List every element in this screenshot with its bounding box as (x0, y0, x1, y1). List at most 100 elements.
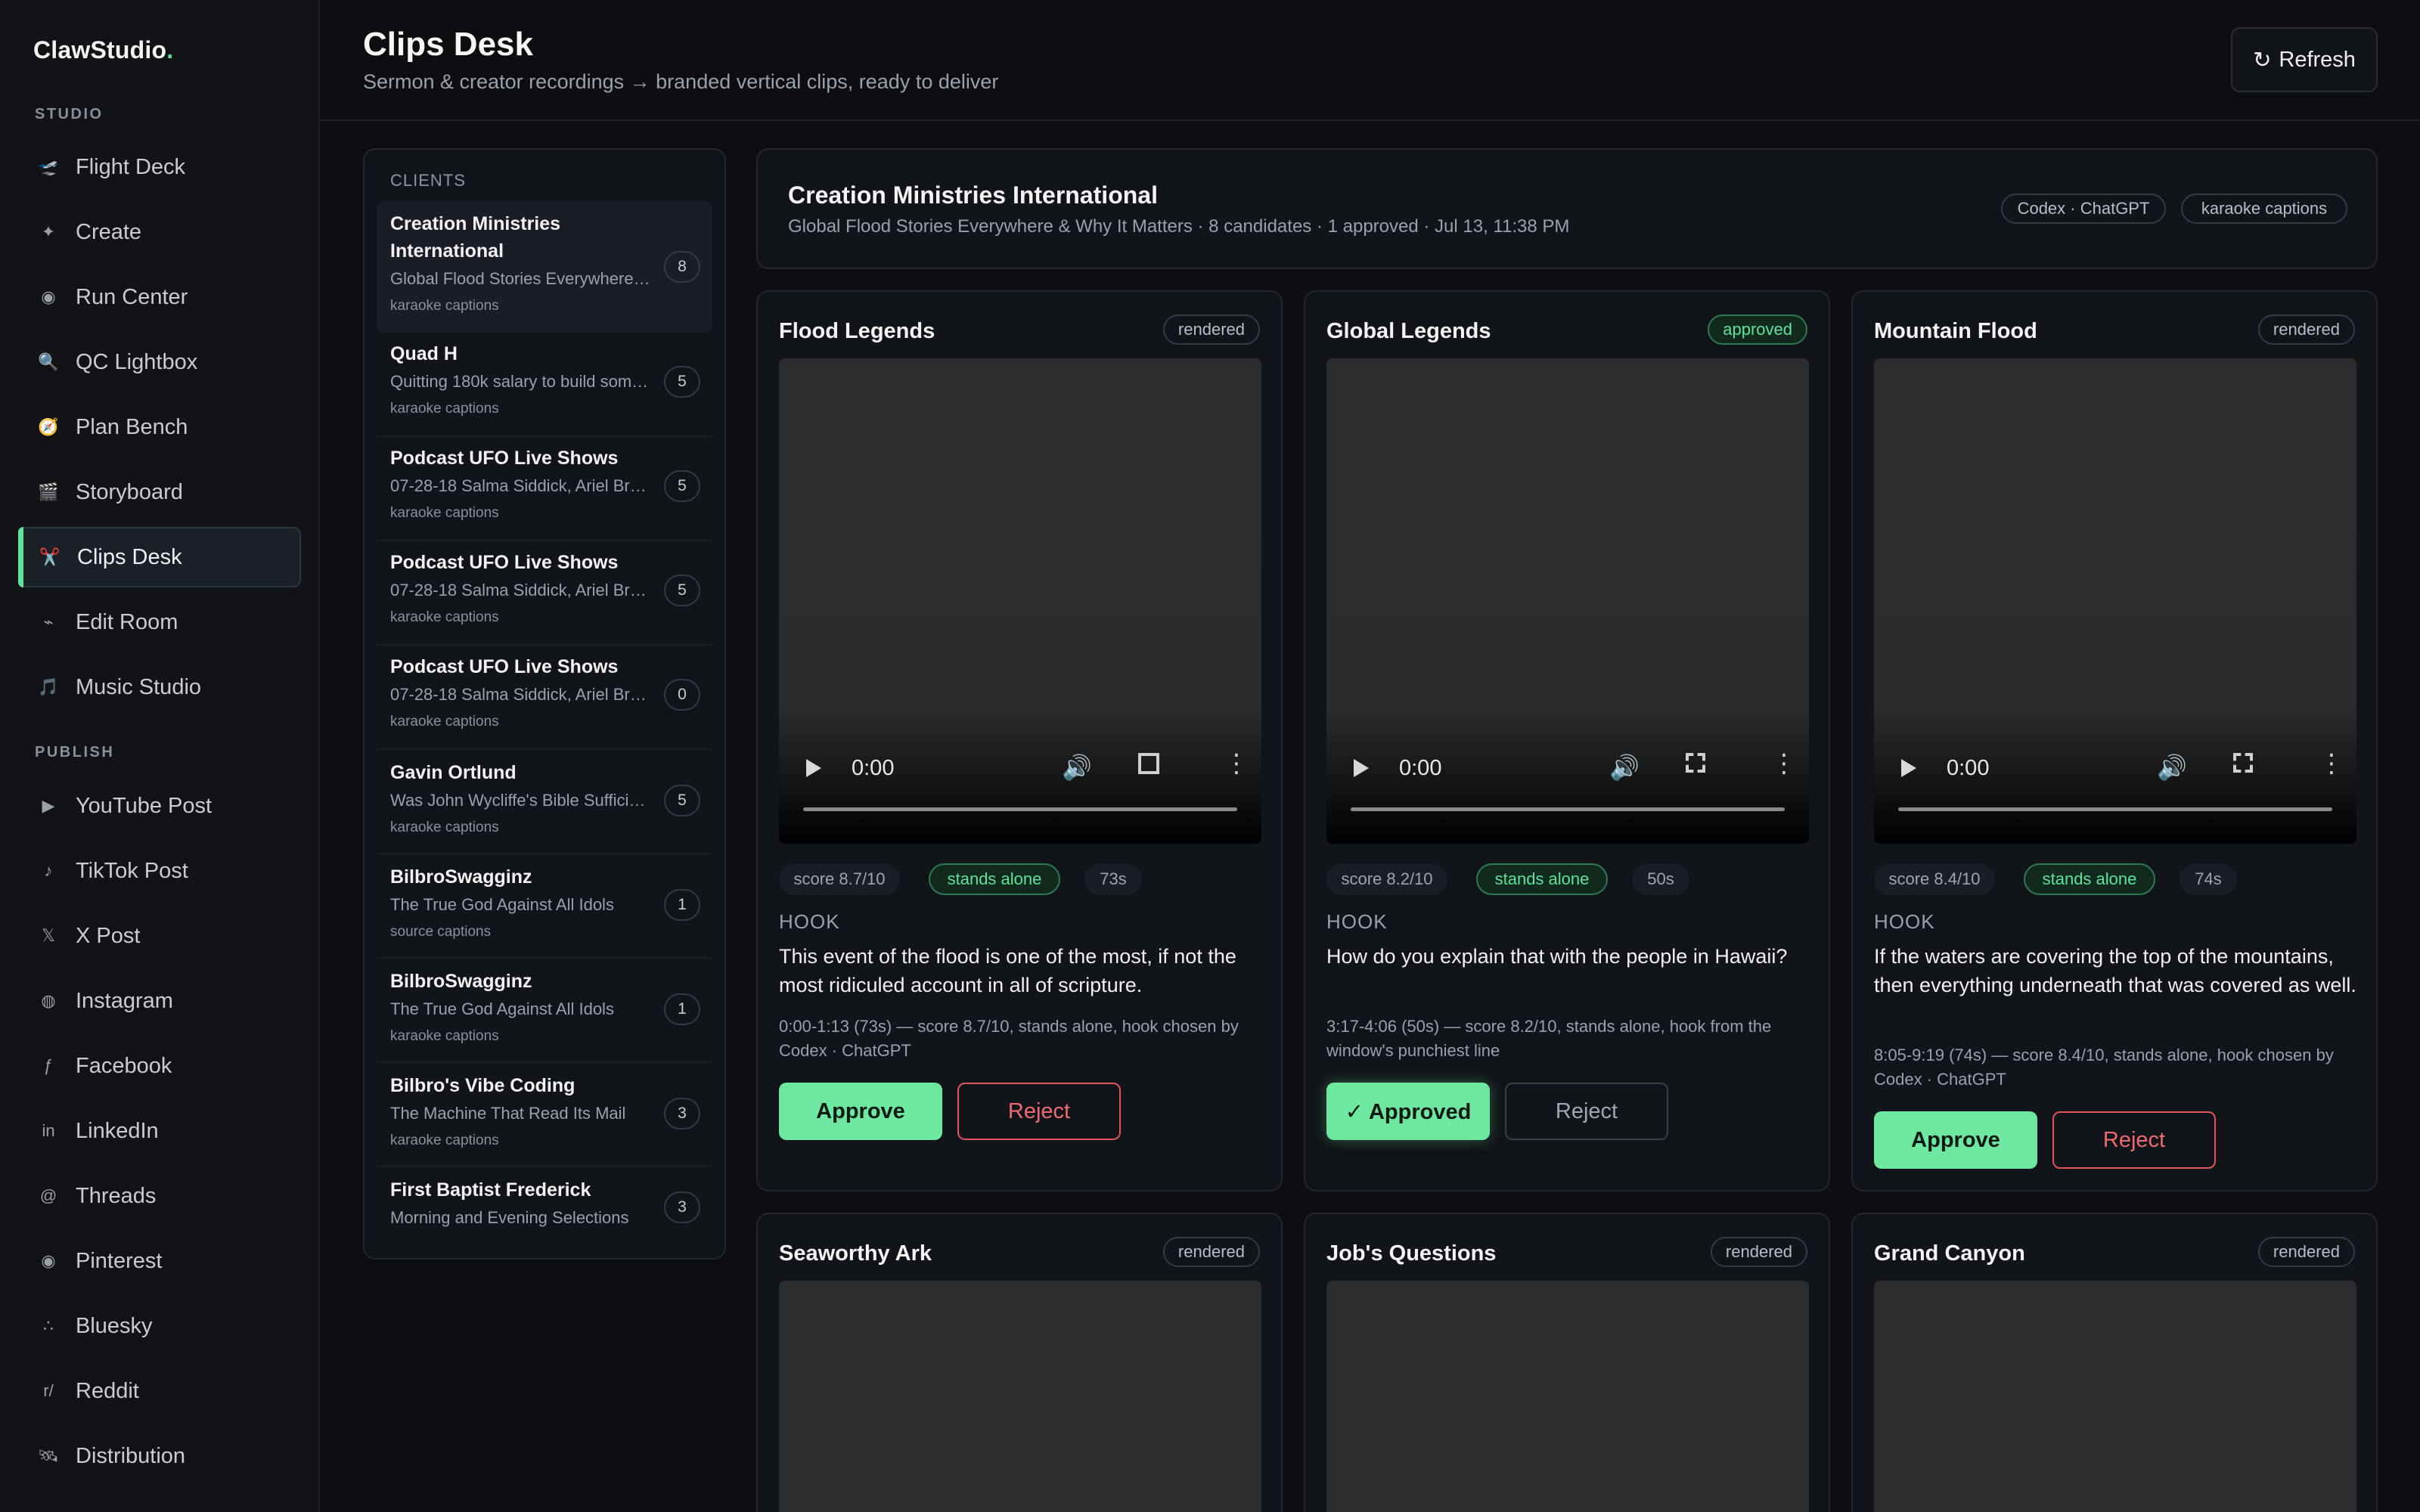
play-icon[interactable] (1901, 759, 1916, 777)
client-count: 5 (664, 366, 700, 398)
nav-item-tiktok-post[interactable]: ♪ TikTok Post (18, 841, 301, 901)
client-count: 5 (664, 785, 700, 816)
stands-alone-chip: stands alone (1476, 863, 1608, 895)
clip-title: Flood Legends (779, 319, 935, 343)
clients-panel: CLIENTS Creation Ministries Internationa… (363, 148, 726, 1259)
nav-item-run-center[interactable]: ◉ Run Center (18, 267, 301, 327)
clients-label: CLIENTS (390, 171, 466, 190)
nav-item-storyboard[interactable]: 🎬 Storyboard (18, 462, 301, 522)
video-player[interactable] (1326, 1281, 1809, 1512)
duration-chip: 73s (1084, 863, 1142, 895)
duration-chip: 74s (2180, 863, 2237, 895)
client-item[interactable]: Gavin Ortlund Was John Wycliffe's Bible … (377, 750, 712, 854)
nav-item-pinterest[interactable]: ◉ Pinterest (18, 1231, 301, 1291)
seek-bar[interactable] (1351, 807, 1785, 811)
status-badge: rendered (1162, 314, 1260, 345)
nav-item-qc-lightbox[interactable]: 🔍 QC Lightbox (18, 332, 301, 392)
reject-button[interactable]: Reject (1505, 1083, 1668, 1140)
status-badge: rendered (2257, 1237, 2355, 1267)
client-item[interactable]: First Baptist Frederick Morning and Even… (377, 1167, 712, 1246)
seek-bar[interactable] (1898, 807, 2332, 811)
header-divider (320, 119, 2420, 121)
nav-item-threads[interactable]: @ Threads (18, 1166, 301, 1226)
nav-item-bluesky[interactable]: ∴ Bluesky (18, 1296, 301, 1356)
circle-icon: ◉ (41, 287, 56, 306)
client-count: 3 (664, 1098, 700, 1129)
volume-icon[interactable]: 🔊 (2157, 753, 2187, 782)
play-icon[interactable] (1354, 759, 1369, 777)
fullscreen-icon[interactable] (2233, 753, 2253, 773)
nav-item-reddit[interactable]: r/Reddit (18, 1361, 301, 1421)
client-item[interactable]: BilbroSwagginz The True God Against All … (377, 854, 712, 959)
more-options-icon[interactable]: ⋮ (1224, 748, 1249, 779)
nav-item-music-studio[interactable]: 🎵 Music Studio (18, 657, 301, 717)
nav-item-clips-desk[interactable]: ✂️ Clips Desk (18, 527, 301, 587)
clip-card: Job's Questions rendered (1304, 1213, 1830, 1512)
seek-bar[interactable] (803, 807, 1237, 811)
music-note-icon: 🎵 (38, 677, 59, 696)
score-chip: score 8.7/10 (779, 863, 900, 895)
clip-card: Seaworthy Ark rendered (756, 1213, 1283, 1512)
clip-title: Mountain Flood (1874, 319, 2037, 343)
reject-button[interactable]: Reject (957, 1083, 1121, 1140)
nav-section-publish: PUBLISH (35, 744, 115, 761)
nav-item-youtube-post[interactable]: ▶ YouTube Post (18, 776, 301, 836)
linkedin-icon: in (42, 1121, 55, 1140)
nav-item-instagram[interactable]: ◍ Instagram (18, 971, 301, 1031)
video-time: 0:00 (1399, 756, 1442, 780)
tiktok-icon: ♪ (44, 861, 53, 880)
refresh-button[interactable]: ↻ Refresh (2231, 27, 2378, 92)
video-player[interactable]: 0:00 🔊 ⋮ (1874, 358, 2356, 844)
fullscreen-icon[interactable] (1686, 753, 1705, 773)
status-badge: rendered (1710, 1237, 1807, 1267)
nav-item-edit-room[interactable]: ⌁ Edit Room (18, 592, 301, 652)
more-options-icon[interactable]: ⋮ (2319, 748, 2344, 779)
nav-item-facebook[interactable]: ƒ Facebook (18, 1036, 301, 1096)
reject-button[interactable]: Reject (2052, 1111, 2216, 1169)
magnifier-icon: 🔍 (38, 352, 59, 371)
client-item[interactable]: Creation Ministries International Global… (377, 201, 712, 333)
more-options-icon[interactable]: ⋮ (1771, 748, 1797, 779)
volume-icon[interactable]: 🔊 (1062, 753, 1092, 782)
nav-item-linkedin[interactable]: in LinkedIn (18, 1101, 301, 1161)
client-item[interactable]: Podcast UFO Live Shows 07-28-18 Salma Si… (377, 646, 712, 750)
client-count: 5 (664, 575, 700, 606)
video-player[interactable]: 0:00 🔊 ⋮ (779, 358, 1261, 844)
client-item[interactable]: BilbroSwagginz The True God Against All … (377, 959, 712, 1063)
client-item[interactable]: Bilbro's Vibe Coding The Machine That Re… (377, 1063, 712, 1167)
hook-text: This event of the flood is one of the mo… (779, 945, 1236, 996)
clip-title: Global Legends (1326, 319, 1491, 343)
video-player[interactable] (779, 1281, 1261, 1512)
client-count: 5 (664, 470, 700, 502)
nav-item-x-post[interactable]: 𝕏X Post (18, 906, 301, 966)
video-player[interactable]: 0:00 🔊 ⋮ (1326, 358, 1809, 844)
nav-item-plan-bench[interactable]: 🧭 Plan Bench (18, 397, 301, 457)
status-badge: rendered (2257, 314, 2355, 345)
play-icon: ▶ (42, 796, 55, 815)
approve-button[interactable]: Approve (779, 1083, 942, 1140)
client-item[interactable]: Podcast UFO Live Shows 07-28-18 Salma Si… (377, 437, 712, 541)
hook-text: If the waters are covering the top of th… (1874, 945, 2356, 996)
approved-button[interactable]: ✓ Approved (1326, 1083, 1490, 1140)
volume-icon[interactable]: 🔊 (1609, 753, 1640, 782)
client-item[interactable]: Podcast UFO Live Shows 07-28-18 Salma Si… (377, 541, 712, 646)
caption-style-badge: karaoke captions (2181, 194, 2347, 224)
nav-item-flight-deck[interactable]: 🛫 Flight Deck (18, 137, 301, 197)
nav-item-distribution[interactable]: 🛰 Distribution (18, 1426, 301, 1486)
fullscreen-icon[interactable] (1138, 753, 1159, 774)
video-player[interactable] (1874, 1281, 2356, 1512)
project-meta: Global Flood Stories Everywhere & Why It… (788, 216, 1570, 237)
play-icon[interactable] (806, 759, 821, 777)
client-item[interactable]: Quad H Quitting 180k salary to build som… (377, 333, 712, 437)
client-count: 0 (664, 679, 700, 711)
hook-text: How do you explain that with the people … (1326, 945, 1788, 968)
hook-note: 3:17-4:06 (50s) — score 8.2/10, stands a… (1326, 1017, 1772, 1060)
scissors-icon: ✂️ (39, 547, 60, 566)
sidebar: ClawStudio. STUDIO 🛫 Flight Deck ✦ Create … (0, 0, 320, 1512)
brand-logo[interactable]: ClawStudio. (33, 36, 173, 64)
approve-button[interactable]: Approve (1874, 1111, 2037, 1169)
model-badge: Codex · ChatGPT (2001, 194, 2166, 224)
score-chip: score 8.4/10 (1874, 863, 1995, 895)
hook-note: 0:00-1:13 (73s) — score 8.7/10, stands a… (779, 1017, 1239, 1060)
nav-item-create[interactable]: ✦ Create (18, 202, 301, 262)
